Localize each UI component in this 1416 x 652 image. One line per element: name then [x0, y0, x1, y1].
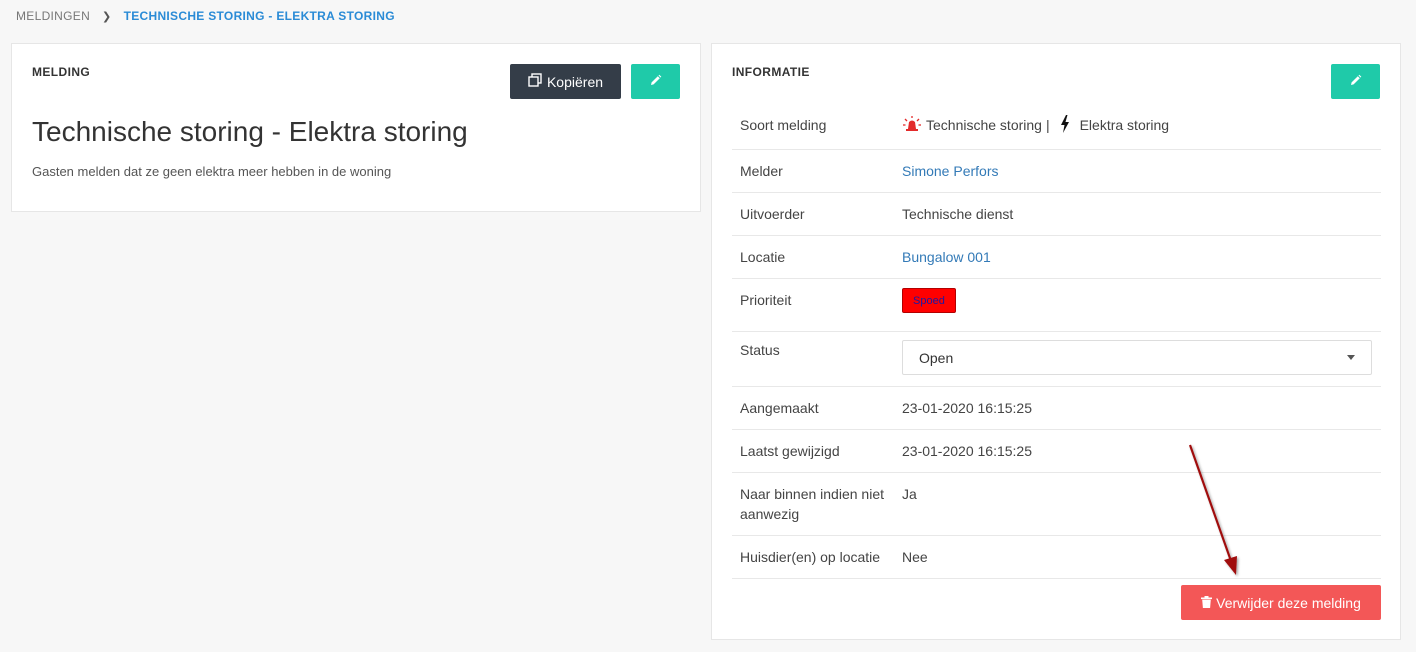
melding-heading: Technische storing - Elektra storing — [32, 116, 468, 147]
chevron-down-icon — [1347, 355, 1355, 360]
info-label: Uitvoerder — [740, 206, 805, 222]
info-label: Aangemaakt — [740, 400, 819, 416]
breadcrumb-current: TECHNISCHE STORING - ELEKTRA STORING — [123, 9, 395, 23]
delete-melding-button[interactable]: Verwijder deze melding — [1181, 585, 1381, 620]
info-label: Laatst gewijzigd — [740, 443, 840, 459]
edit-informatie-button[interactable] — [1331, 64, 1380, 99]
info-row-locatie: Locatie Bungalow 001 — [732, 236, 1381, 279]
delete-button-label: Verwijder deze melding — [1216, 594, 1361, 611]
info-value: 23-01-2020 16:15:25 — [902, 400, 1032, 416]
copy-icon — [528, 73, 542, 90]
pencil-icon — [649, 74, 662, 90]
priority-badge: Spoed — [902, 288, 956, 313]
info-table: Soort melding Technische storing | Elekt… — [732, 104, 1381, 579]
melding-panel: MELDING Kopiëren Technische storing - El… — [11, 43, 701, 212]
breadcrumb: MELDINGEN ❯ TECHNISCHE STORING - ELEKTRA… — [16, 9, 395, 23]
info-label: Locatie — [740, 249, 786, 265]
info-label: Naar binnen indien niet aanwezig — [740, 486, 884, 522]
info-row-laatst-gewijzigd: Laatst gewijzigd 23-01-2020 16:15:25 — [732, 430, 1381, 473]
info-value: Nee — [902, 549, 928, 565]
copy-button[interactable]: Kopiëren — [510, 64, 621, 99]
info-row-soort-melding: Soort melding Technische storing | Elekt… — [732, 104, 1381, 150]
trash-icon — [1201, 595, 1213, 611]
informatie-panel: INFORMATIE Soort melding Technische stor… — [711, 43, 1401, 640]
info-row-uitvoerder: Uitvoerder Technische dienst — [732, 193, 1381, 236]
status-select[interactable]: Open — [902, 340, 1372, 375]
info-label: Soort melding — [740, 117, 827, 133]
melder-link[interactable]: Simone Perfors — [902, 161, 998, 181]
info-row-status: Status Open — [732, 332, 1381, 387]
status-select-value: Open — [919, 349, 954, 366]
chevron-right-icon: ❯ — [102, 10, 112, 23]
info-row-huisdieren: Huisdier(en) op locatie Nee — [732, 536, 1381, 579]
info-value: Bungalow 001 — [902, 236, 1381, 278]
melding-panel-title: MELDING — [32, 65, 91, 79]
info-row-melder: Melder Simone Perfors — [732, 150, 1381, 193]
info-value: Open — [902, 332, 1381, 386]
info-row-aangemaakt: Aangemaakt 23-01-2020 16:15:25 — [732, 387, 1381, 430]
informatie-panel-title: INFORMATIE — [732, 65, 810, 79]
info-label: Status — [740, 342, 780, 358]
info-value: Technische dienst — [902, 206, 1014, 222]
info-value: Ja — [902, 486, 917, 502]
soort-melding-separator: | — [1045, 117, 1050, 133]
info-row-prioriteit: Prioriteit Spoed — [732, 279, 1381, 332]
info-value: Spoed — [902, 279, 1381, 331]
soort-melding-subtype: Elektra storing — [1079, 117, 1170, 133]
info-label: Huisdier(en) op locatie — [740, 549, 881, 565]
copy-button-label: Kopiëren — [546, 73, 604, 90]
info-value: Simone Perfors — [902, 150, 1381, 192]
alarm-light-icon — [902, 115, 922, 136]
breadcrumb-meldingen[interactable]: MELDINGEN — [16, 9, 90, 23]
soort-melding-type: Technische storing — [926, 117, 1042, 133]
melding-description: Gasten melden dat ze geen elektra meer h… — [32, 164, 392, 179]
locatie-link[interactable]: Bungalow 001 — [902, 247, 991, 267]
pencil-icon — [1349, 74, 1362, 90]
edit-melding-button[interactable] — [631, 64, 680, 99]
info-label: Melder — [740, 163, 783, 179]
info-label: Prioriteit — [740, 292, 792, 308]
info-value: Technische storing | Elektra storing — [902, 104, 1381, 149]
info-value: 23-01-2020 16:15:25 — [902, 443, 1032, 459]
info-row-naar-binnen: Naar binnen indien niet aanwezig Ja — [732, 473, 1381, 536]
lightning-bolt-icon — [1060, 115, 1070, 138]
